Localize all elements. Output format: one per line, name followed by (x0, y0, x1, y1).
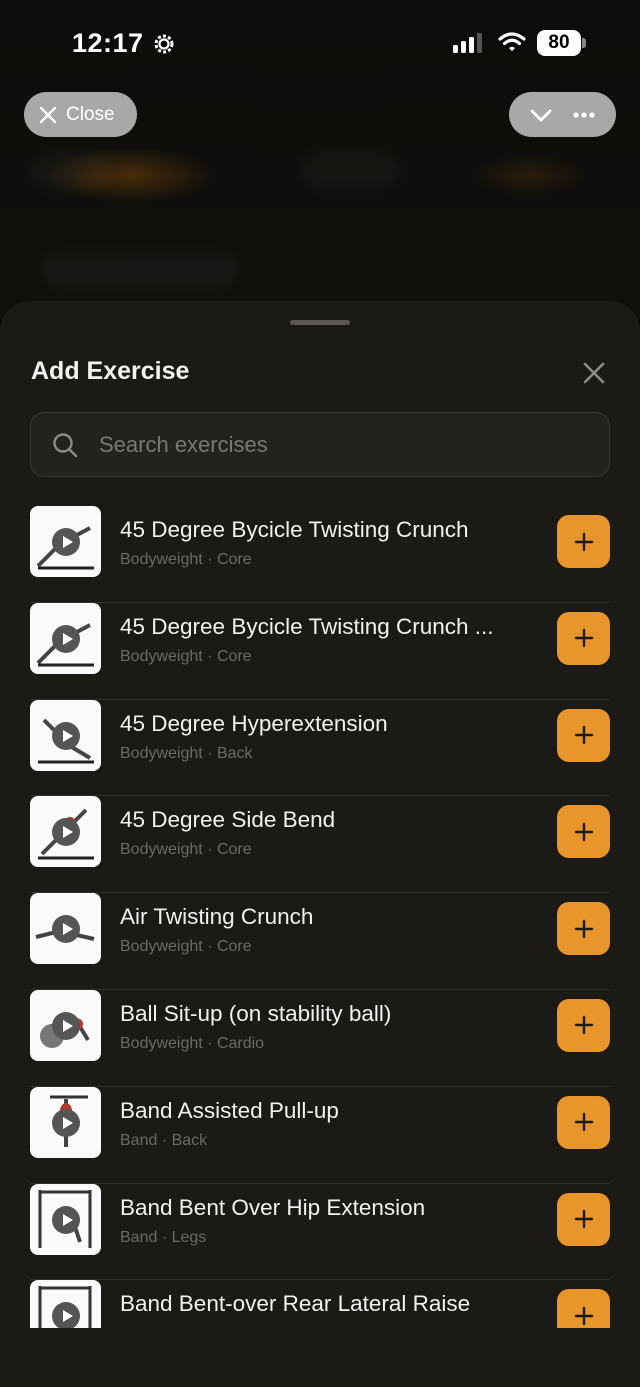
chevron-down-icon[interactable] (528, 102, 554, 128)
exercise-meta: Bodyweight · Core (120, 841, 252, 859)
exercise-list[interactable]: 45 Degree Bycicle Twisting Crunch Bodywe… (30, 506, 610, 1328)
exercise-name: 45 Degree Bycicle Twisting Crunch (120, 517, 469, 542)
exercise-name: 45 Degree Hyperextension (120, 710, 388, 736)
plus-icon (574, 629, 593, 648)
exercise-row[interactable]: Ball Sit-up (on stability ball) Bodyweig… (30, 989, 610, 1087)
clock: 12:17 (72, 28, 176, 59)
search-icon (53, 432, 78, 457)
exercise-thumbnail[interactable] (30, 989, 101, 1061)
add-exercise-button[interactable] (557, 708, 610, 762)
exercise-name: 45 Degree Bycicle Twisting Crunch ... (120, 613, 494, 639)
play-icon (52, 915, 80, 944)
exercise-row[interactable]: Air Twisting Crunch Bodyweight · Core (30, 893, 610, 990)
exercise-thumbnail[interactable] (30, 602, 101, 674)
plus-icon (574, 725, 593, 745)
signal-icon (453, 33, 482, 53)
exercise-meta: Bodyweight · Core (120, 551, 252, 568)
play-icon (52, 1302, 80, 1328)
play-icon (52, 1205, 80, 1234)
play-icon (52, 528, 80, 556)
exercise-name: Ball Sit-up (on stability ball) (120, 1000, 392, 1026)
exercise-meta: Band · Back (120, 1131, 208, 1149)
play-icon (52, 1108, 80, 1137)
exercise-row[interactable]: 45 Degree Hyperextension Bodyweight · Ba… (30, 699, 610, 797)
exercise-row[interactable]: Band Assisted Pull-up Band · Back (30, 1086, 610, 1184)
play-icon (52, 1011, 80, 1040)
sheet-grabber[interactable] (290, 320, 350, 325)
exercise-name: Air Twisting Crunch (120, 904, 314, 930)
plus-icon (574, 1306, 593, 1326)
plus-icon (574, 1113, 593, 1132)
sheet-bottom-area (0, 1328, 640, 1387)
add-exercise-button[interactable] (557, 1192, 610, 1246)
add-exercise-button[interactable] (557, 1095, 610, 1149)
exercise-thumbnail[interactable] (30, 893, 101, 965)
battery-tip (582, 38, 586, 48)
close-button-label: Close (66, 103, 115, 125)
exercise-row[interactable]: Band Bent-over Rear Lateral Raise (30, 1280, 610, 1328)
exercise-meta: Band · Legs (120, 1228, 207, 1246)
battery-level: 80 (548, 32, 570, 53)
exercise-thumbnail[interactable] (30, 506, 101, 577)
battery-icon: 80 (537, 30, 581, 56)
play-icon (52, 721, 80, 750)
exercise-meta: Bodyweight · Back (120, 744, 253, 762)
exercise-meta: Bodyweight · Core (120, 938, 252, 956)
plus-icon (574, 1016, 593, 1035)
menu-pill (509, 92, 616, 137)
search-field[interactable] (30, 412, 610, 477)
add-exercise-button[interactable] (557, 611, 610, 665)
add-exercise-button[interactable] (557, 1289, 610, 1328)
search-input[interactable] (99, 431, 559, 458)
exercise-thumbnail[interactable] (30, 699, 101, 771)
exercise-name: Band Bent-over Rear Lateral Raise (120, 1291, 471, 1317)
more-icon[interactable] (571, 102, 597, 128)
plus-icon (574, 532, 593, 551)
add-exercise-button[interactable] (557, 998, 610, 1052)
exercise-row[interactable]: 45 Degree Side Bend Bodyweight · Core (30, 796, 610, 894)
plus-icon (574, 1209, 593, 1229)
exercise-thumbnail[interactable] (30, 1086, 101, 1158)
plus-icon (574, 822, 593, 842)
exercise-name: 45 Degree Side Bend (120, 807, 336, 833)
close-button[interactable]: Close (24, 92, 137, 137)
screen: 12:17 80 Close Add Exercise Search exerc… (0, 0, 640, 1387)
close-icon[interactable] (580, 359, 608, 387)
gear-icon (154, 34, 174, 53)
play-icon (52, 624, 80, 653)
exercise-thumbnail[interactable] (30, 1183, 101, 1255)
add-exercise-sheet: Add Exercise 45 Degree Bycicle Twisting … (0, 301, 640, 1387)
sheet-title: Add Exercise (31, 357, 190, 385)
exercise-row[interactable]: 45 Degree Bycicle Twisting Crunch Bodywe… (30, 506, 610, 603)
wifi-icon (498, 32, 526, 51)
clock-time: 12:17 (72, 28, 144, 58)
plus-icon (574, 919, 593, 938)
add-exercise-button[interactable] (557, 902, 610, 956)
status-bar: 12:17 80 (0, 0, 640, 88)
add-exercise-button[interactable] (557, 515, 610, 568)
exercise-meta: Bodyweight · Cardio (120, 1034, 265, 1052)
exercise-meta: Bodyweight · Core (120, 647, 252, 665)
exercise-row[interactable]: Band Bent Over Hip Extension Band · Legs (30, 1183, 610, 1281)
add-exercise-button[interactable] (557, 805, 610, 859)
close-icon (39, 106, 57, 123)
exercise-row[interactable]: 45 Degree Bycicle Twisting Crunch ... Bo… (30, 602, 610, 700)
exercise-name: Band Bent Over Hip Extension (120, 1194, 426, 1220)
exercise-thumbnail[interactable] (30, 796, 101, 868)
exercise-thumbnail[interactable] (30, 1280, 101, 1328)
exercise-name: Band Assisted Pull-up (120, 1097, 339, 1123)
